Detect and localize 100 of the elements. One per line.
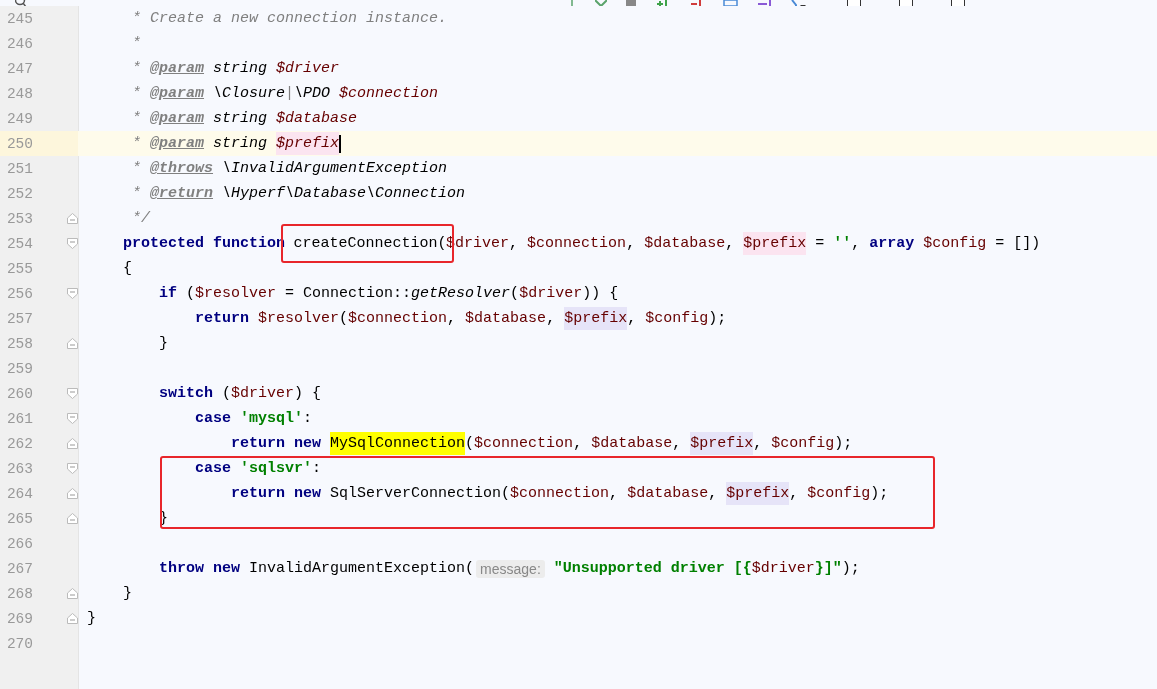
variable: $prefix [726,482,790,505]
line-number: 251 [5,160,33,177]
code-text: , [573,435,584,452]
variable: $resolver [195,285,277,302]
code-text: , [627,310,638,327]
fold-marker-icon[interactable] [67,338,78,349]
doc-variable: $database [276,110,358,127]
doc-type: \InvalidArgumentException [221,160,448,177]
variable: $database [644,235,726,252]
variable: $prefix [743,232,807,255]
doc-tag: @param [150,85,205,102]
fold-marker-icon[interactable] [67,463,78,474]
line-number: 256 [5,285,33,302]
code-text: ( [465,435,475,452]
variable: $database [465,310,547,327]
filter-icon[interactable] [757,0,773,6]
fold-marker-icon[interactable] [67,413,78,424]
code-text: : [303,410,313,427]
line-number: 258 [5,335,33,352]
fold-marker-icon[interactable] [67,213,78,224]
method-name: getResolver [411,285,511,302]
keyword: array [869,235,916,252]
variable: $config [923,235,987,252]
variable: $connection [527,235,627,252]
select-all-icon[interactable] [723,0,739,6]
fold-marker-icon[interactable] [67,488,78,499]
keyword: case [194,410,233,427]
code-text: , [708,485,719,502]
line-number: 249 [5,110,33,127]
fold-marker-icon[interactable] [67,588,78,599]
code-text: ); [708,310,727,327]
variable: $driver [231,385,295,402]
keyword: return new [230,435,323,452]
code-text: ) { [294,385,322,402]
doc-comment: * [131,185,142,202]
line-number: 255 [5,260,33,277]
doc-tag: @param [150,60,205,77]
line-number: 254 [5,235,33,252]
code-text: ( [185,285,196,302]
doc-comment: * [131,60,142,77]
variable: $prefix [564,307,628,330]
doc-variable: $prefix [276,132,340,155]
parameter-hint: message: [476,559,545,578]
code-text: , [447,310,458,327]
doc-comment: * Create a new connection instance. [131,10,448,27]
line-number: 266 [5,535,33,552]
variable: $config [807,485,871,502]
variable: $connection [510,485,610,502]
line-number: 261 [5,410,33,427]
variable: $config [771,435,835,452]
doc-comment: * [131,135,142,152]
variable: $prefix [690,432,754,455]
fold-marker-icon[interactable] [67,438,78,449]
line-number: 269 [5,610,33,627]
toolbar-icon[interactable] [625,0,637,6]
code-text: ); [834,435,853,452]
code-text: , [609,485,620,502]
doc-comment: * [131,110,142,127]
code-text: = [814,235,826,252]
doc-comment: | [285,85,295,102]
fold-marker-icon[interactable] [67,613,78,624]
variable: $connection [348,310,448,327]
doc-comment: * [131,85,142,102]
code-text: = Connection:: [284,285,412,302]
line-number: 253 [5,210,33,227]
variable: $resolver [258,310,340,327]
code-text: ( [221,385,232,402]
line-number: 257 [5,310,33,327]
doc-type: string [212,135,269,152]
line-number: 263 [5,460,33,477]
arrow-down-icon[interactable] [595,0,607,6]
doc-tag: @param [150,110,205,127]
code-text: } [87,610,96,627]
code-text: , [789,485,800,502]
code-text: , [851,235,862,252]
line-number: 259 [5,360,33,377]
code-text: , [546,310,557,327]
doc-tag: @return [150,185,214,202]
code-text: , [672,435,683,452]
code-text: , [753,435,764,452]
code-text: : [312,460,322,477]
line-number: 262 [5,435,33,452]
doc-comment: */ [131,210,150,227]
doc-comment: * [131,35,141,52]
line-number: 267 [5,560,33,577]
code-text: , [626,235,637,252]
code-text: } [122,585,132,602]
fold-marker-icon[interactable] [67,288,78,299]
doc-variable: $connection [339,85,439,102]
doc-type: \PDO [294,85,332,102]
variable: $driver [751,560,815,577]
code-text: SqlServerConnection( [330,485,511,502]
code-text: ); [841,560,860,577]
string-literal: 'sqlsvr' [240,460,313,477]
fold-marker-icon[interactable] [67,238,78,249]
fold-marker-icon[interactable] [67,513,78,524]
string-literal: "Unsupported driver [{ [552,560,752,577]
fold-marker-icon[interactable] [67,388,78,399]
variable: $config [645,310,709,327]
code-text: InvalidArgumentException( [249,560,475,577]
